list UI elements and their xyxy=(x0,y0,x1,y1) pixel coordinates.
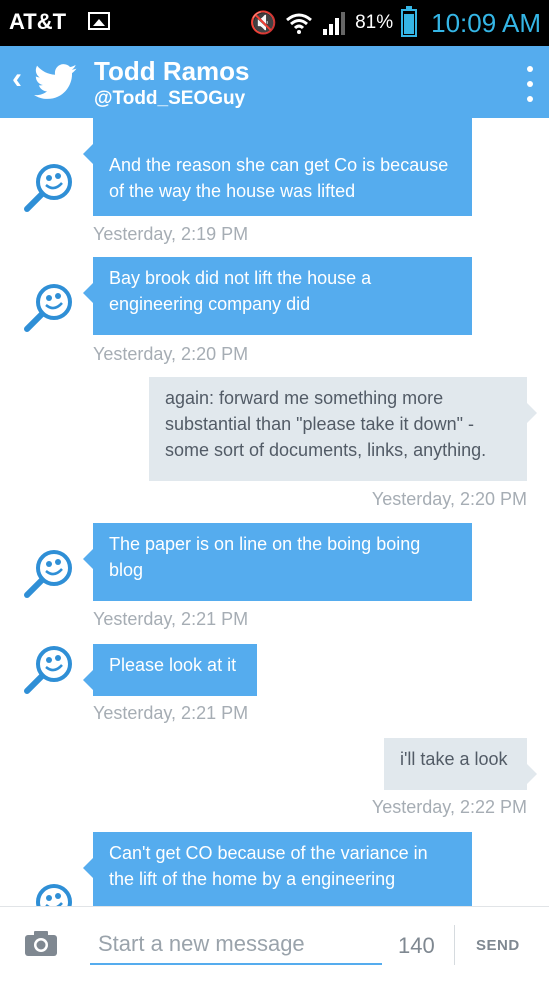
contact-handle: @Todd_SEOGuy xyxy=(94,88,246,109)
message-bubble-incoming[interactable]: And the reason she can get Co is because… xyxy=(83,118,472,216)
message-bubble-outgoing[interactable]: i'll take a look xyxy=(384,738,537,790)
message-text: The paper is on line on the boing boing … xyxy=(109,534,421,580)
status-indicators: 🔇 81% 10:09 AM xyxy=(250,6,541,40)
camera-icon[interactable] xyxy=(24,929,58,957)
message-composer: 140 SEND xyxy=(0,906,549,987)
image-icon xyxy=(88,12,110,30)
contact-avatar-icon[interactable] xyxy=(22,882,74,906)
mute-icon: 🔇 xyxy=(249,10,278,35)
message-text: Bay brook did not lift the house a engin… xyxy=(109,268,372,314)
send-button[interactable]: SEND xyxy=(476,937,520,954)
contact-avatar-icon[interactable] xyxy=(22,644,74,696)
character-count: 140 xyxy=(398,933,435,958)
message-bubble-incoming[interactable]: Can't get CO because of the variance in … xyxy=(83,832,472,906)
status-bar: AT&T 🔇 81% 10:09 AM xyxy=(0,0,549,46)
message-text: Please look at it xyxy=(109,655,237,675)
carrier-label: AT&T xyxy=(9,9,67,34)
contact-avatar-icon[interactable] xyxy=(22,282,74,334)
composer-divider xyxy=(454,925,455,965)
message-timestamp: Yesterday, 2:19 PM xyxy=(93,224,249,244)
battery-percentage: 81% xyxy=(355,12,394,33)
more-options-icon[interactable] xyxy=(527,66,535,102)
wifi-icon xyxy=(286,13,313,34)
twitter-bird-icon[interactable] xyxy=(34,64,78,100)
contact-avatar-icon[interactable] xyxy=(22,162,74,214)
signal-icon xyxy=(323,12,346,35)
message-bubble-incoming[interactable]: The paper is on line on the boing boing … xyxy=(83,523,472,601)
message-text: i'll take a look xyxy=(400,749,508,769)
message-bubble-incoming[interactable]: Bay brook did not lift the house a engin… xyxy=(83,257,472,335)
back-icon[interactable]: ‹ xyxy=(12,62,22,96)
message-bubble-outgoing[interactable]: again: forward me something more substan… xyxy=(149,377,537,481)
message-timestamp: Yesterday, 2:21 PM xyxy=(93,703,249,723)
contact-name: Todd Ramos xyxy=(94,56,250,86)
message-timestamp: Yesterday, 2:22 PM xyxy=(371,797,527,817)
battery-icon xyxy=(401,6,418,37)
conversation-header: ‹ Todd Ramos @Todd_SEOGuy xyxy=(0,46,549,118)
message-input[interactable] xyxy=(90,925,382,965)
message-text: again: forward me something more substan… xyxy=(165,388,487,460)
clock: 10:09 AM xyxy=(431,7,541,38)
message-timestamp: Yesterday, 2:20 PM xyxy=(371,489,527,509)
message-bubble-incoming[interactable]: Please look at it xyxy=(83,644,257,696)
contact-avatar-icon[interactable] xyxy=(22,548,74,600)
message-text: And the reason she can get Co is because… xyxy=(109,155,449,201)
message-timestamp: Yesterday, 2:21 PM xyxy=(93,609,249,629)
conversation-thread[interactable]: · · · · · · · · And the reason she can g… xyxy=(0,118,549,906)
message-timestamp: Yesterday, 2:20 PM xyxy=(93,344,249,364)
message-text: Can't get CO because of the variance in … xyxy=(109,843,428,889)
